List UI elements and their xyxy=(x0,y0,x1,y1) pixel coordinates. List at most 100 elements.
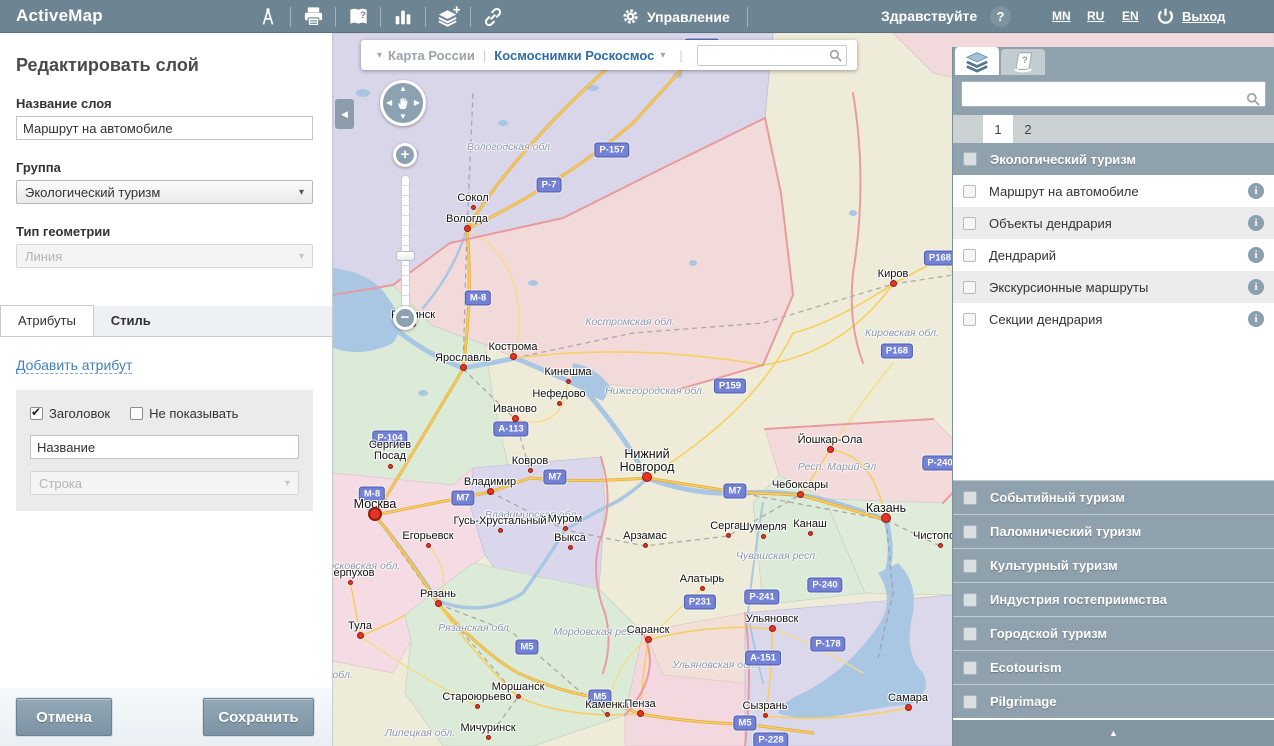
collapse-panel-bar[interactable]: ▲ xyxy=(953,718,1274,746)
divider xyxy=(335,7,336,27)
pan-right-icon[interactable]: ▶ xyxy=(414,99,420,107)
group-header-collapsed[interactable]: Паломнический туризм xyxy=(953,514,1274,548)
layer-search-input[interactable] xyxy=(961,81,1266,107)
group-checkbox[interactable] xyxy=(963,559,977,573)
title-checkbox[interactable] xyxy=(30,407,43,420)
group-header-collapsed[interactable]: Культурный туризм xyxy=(953,548,1274,582)
chevron-down-icon: ▾ xyxy=(299,187,304,198)
layers-tab-icon xyxy=(964,49,990,73)
divider xyxy=(747,7,748,27)
group-select[interactable]: Экологический туризм ▾ xyxy=(16,180,313,204)
group-header-collapsed[interactable]: Pilgrimage xyxy=(953,684,1274,718)
help-book-icon[interactable]: ? xyxy=(343,5,373,29)
divider: | xyxy=(679,48,682,63)
search-icon[interactable] xyxy=(828,48,843,68)
page-button[interactable]: 2 xyxy=(1013,115,1043,143)
layer-name-input[interactable] xyxy=(16,116,313,140)
group-label: Группа xyxy=(16,160,316,175)
info-icon[interactable]: i xyxy=(1248,247,1264,263)
attribute-card: Заголовок Не показывать Строка ▾ xyxy=(16,390,313,511)
layer-name: Секции дендрария xyxy=(989,312,1248,327)
pan-left-icon[interactable]: ◀ xyxy=(386,99,392,107)
lang-en-link[interactable]: EN xyxy=(1122,9,1139,23)
page-button[interactable]: 1 xyxy=(983,115,1013,143)
group-checkbox[interactable] xyxy=(963,152,977,166)
pan-up-icon[interactable]: ▲ xyxy=(399,85,407,93)
tab-layers[interactable] xyxy=(955,47,999,75)
zoom-in-button[interactable]: + xyxy=(393,143,417,167)
layer-name: Маршрут на автомобиле xyxy=(989,184,1248,199)
layer-row[interactable]: Экскурсионные маршруты i xyxy=(953,271,1274,303)
group-header-collapsed[interactable]: Ecotourism xyxy=(953,650,1274,684)
panel-title: Редактировать слой xyxy=(16,55,316,76)
measure-icon[interactable] xyxy=(253,5,283,29)
group-checkbox[interactable] xyxy=(963,695,977,709)
gear-icon xyxy=(622,8,639,25)
power-icon[interactable] xyxy=(1155,6,1176,27)
base-layer-name[interactable]: Карта России xyxy=(388,48,475,63)
add-layer-icon[interactable] xyxy=(433,5,463,29)
zoom-slider-track[interactable] xyxy=(401,175,410,315)
attribute-name-input[interactable] xyxy=(30,435,299,459)
management-label: Управление xyxy=(647,9,730,25)
layers-panel: ? 12 Экологический туризм Маршрут на авт… xyxy=(952,47,1274,746)
pan-control[interactable]: ▲ ▼ ◀ ▶ xyxy=(380,80,426,126)
group-name: Pilgrimage xyxy=(990,694,1056,709)
collapse-left-panel-button[interactable]: ◀ xyxy=(335,99,354,129)
map-search xyxy=(697,45,847,66)
layer-checkbox[interactable] xyxy=(963,249,976,262)
group-checkbox[interactable] xyxy=(963,491,977,505)
group-checkbox[interactable] xyxy=(963,627,977,641)
link-icon[interactable] xyxy=(478,5,508,29)
help-circle-button[interactable]: ? xyxy=(990,6,1011,27)
group-header-collapsed[interactable]: Городской туризм xyxy=(953,616,1274,650)
group-header-collapsed[interactable]: Индустрия гостеприимства xyxy=(953,582,1274,616)
panel-footer: Отмена Сохранить xyxy=(0,688,332,746)
info-icon[interactable]: i xyxy=(1248,215,1264,231)
zoom-out-button[interactable]: − xyxy=(393,306,417,330)
layer-checkbox[interactable] xyxy=(963,185,976,198)
group-checkbox[interactable] xyxy=(963,593,977,607)
search-icon[interactable] xyxy=(1245,91,1261,112)
divider xyxy=(380,7,381,27)
stats-icon[interactable] xyxy=(388,5,418,29)
hide-checkbox[interactable] xyxy=(130,407,143,420)
map-search-input[interactable] xyxy=(697,45,847,66)
add-attribute-link[interactable]: Добавить атрибут xyxy=(16,357,132,374)
layer-pagination: 12 xyxy=(953,115,1274,143)
layer-checkbox[interactable] xyxy=(963,217,976,230)
group-checkbox[interactable] xyxy=(963,661,977,675)
lang-mn-link[interactable]: MN xyxy=(1052,9,1071,23)
layer-row[interactable]: Секции дендрария i xyxy=(953,303,1274,335)
group-header-collapsed[interactable]: Событийный туризм xyxy=(953,480,1274,514)
print-icon[interactable] xyxy=(298,5,328,29)
layer-checkbox[interactable] xyxy=(963,281,976,294)
layer-checkbox[interactable] xyxy=(963,313,976,326)
layer-name: Объекты дендрария xyxy=(989,216,1248,231)
info-icon[interactable]: i xyxy=(1248,279,1264,295)
group-checkbox[interactable] xyxy=(963,525,977,539)
tab-legend[interactable]: ? xyxy=(1001,49,1045,75)
group-name: Индустрия гостеприимства xyxy=(990,592,1167,607)
base-layer-caret-icon[interactable]: ▾ xyxy=(377,50,382,61)
layer-name: Экскурсионные маршруты xyxy=(989,280,1248,295)
active-layer-caret-icon[interactable]: ▾ xyxy=(660,50,665,61)
tab-style[interactable]: Стиль xyxy=(94,306,168,336)
divider: | xyxy=(483,48,486,63)
layer-row[interactable]: Объекты дендрария i xyxy=(953,207,1274,239)
layers-panel-tabs: ? xyxy=(953,47,1274,75)
layer-row[interactable]: Маршрут на автомобиле i xyxy=(953,175,1274,207)
zoom-slider-handle[interactable] xyxy=(396,251,415,261)
logout-link[interactable]: Выход xyxy=(1182,9,1225,24)
group-header-expanded[interactable]: Экологический туризм xyxy=(953,143,1274,175)
info-icon[interactable]: i xyxy=(1248,311,1264,327)
cancel-button[interactable]: Отмена xyxy=(16,698,112,736)
geometry-type-label: Тип геометрии xyxy=(16,224,316,239)
active-layer-name[interactable]: Космоснимки Роскосмос xyxy=(494,48,654,63)
tab-attributes[interactable]: Атрибуты xyxy=(0,305,94,336)
save-button[interactable]: Сохранить xyxy=(203,698,314,736)
management-menu[interactable]: Управление xyxy=(622,0,730,33)
layer-row[interactable]: Дендрарий i xyxy=(953,239,1274,271)
info-icon[interactable]: i xyxy=(1248,183,1264,199)
lang-ru-link[interactable]: RU xyxy=(1087,9,1104,23)
